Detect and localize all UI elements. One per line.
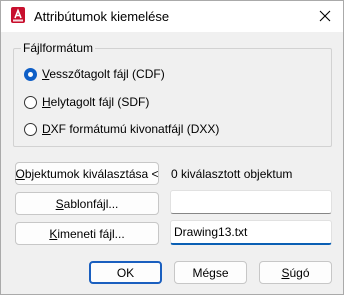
ok-button[interactable]: OK bbox=[89, 261, 162, 284]
file-format-group-label: Fájlformátum bbox=[21, 41, 96, 55]
cancel-label: Mégse bbox=[192, 265, 229, 280]
output-file-label: Kimeneti fájl... bbox=[49, 226, 125, 241]
autocad-app-icon bbox=[11, 7, 25, 23]
template-file-button[interactable]: Sablonfájl... bbox=[15, 192, 159, 215]
select-objects-button[interactable]: Objektumok kiválasztása < bbox=[15, 162, 159, 185]
radio-label-dxx: DXF formátumú kivonatfájl (DXX) bbox=[42, 122, 220, 136]
radio-option-sdf[interactable]: Helytagolt fájl (SDF) bbox=[24, 95, 149, 109]
select-objects-label: Objektumok kiválasztása < bbox=[15, 166, 159, 181]
help-button[interactable]: Súgó bbox=[259, 261, 332, 284]
selected-objects-count: 0 kiválasztott objektum bbox=[171, 167, 293, 181]
radio-button-sdf[interactable] bbox=[24, 95, 37, 109]
window-title: Attribútumok kiemelése bbox=[34, 9, 170, 24]
title-bar: Attribútumok kiemelése bbox=[1, 1, 343, 32]
radio-label-sdf: Helytagolt fájl (SDF) bbox=[42, 95, 150, 109]
template-file-input[interactable] bbox=[170, 190, 332, 214]
dialog-window: Attribútumok kiemelése Fájlformátum Vess… bbox=[0, 0, 344, 295]
close-button[interactable] bbox=[313, 5, 337, 27]
cancel-button[interactable]: Mégse bbox=[174, 261, 247, 284]
radio-option-dxx[interactable]: DXF formátumú kivonatfájl (DXX) bbox=[24, 122, 219, 136]
ok-label: OK bbox=[116, 265, 135, 280]
output-file-value: Drawing13.txt bbox=[174, 225, 248, 239]
output-file-button[interactable]: Kimeneti fájl... bbox=[15, 222, 159, 245]
close-icon bbox=[319, 10, 331, 22]
help-label: Súgó bbox=[281, 265, 310, 280]
radio-label-cdf: Vesszőtagolt fájl (CDF) bbox=[42, 67, 165, 81]
output-file-input[interactable]: Drawing13.txt bbox=[170, 220, 332, 245]
radio-button-dxx[interactable] bbox=[24, 122, 37, 136]
template-file-label: Sablonfájl... bbox=[55, 196, 119, 211]
radio-button-cdf[interactable] bbox=[24, 67, 37, 81]
radio-option-cdf[interactable]: Vesszőtagolt fájl (CDF) bbox=[24, 67, 165, 81]
